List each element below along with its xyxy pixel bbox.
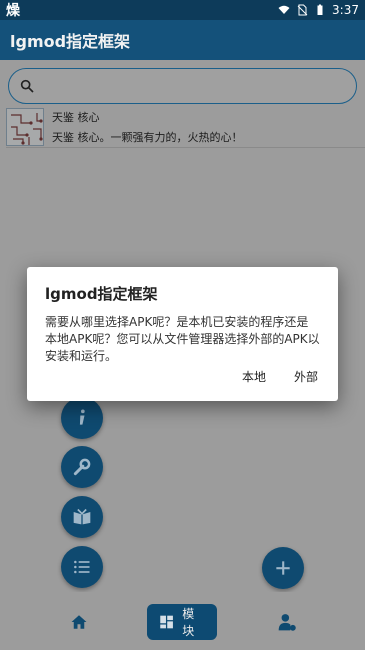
battery-icon bbox=[317, 4, 323, 15]
search-input[interactable] bbox=[43, 79, 343, 93]
search-bar[interactable] bbox=[8, 68, 357, 104]
dialog-title: lgmod指定框架 bbox=[45, 285, 158, 303]
dialog-message: 需要从哪里选择APK呢？是本机已安装的程序还是本地APK呢？您可以从文件管理器选… bbox=[45, 315, 320, 363]
nav-home[interactable] bbox=[64, 604, 94, 640]
list-fab[interactable] bbox=[61, 546, 103, 588]
dashboard-icon bbox=[160, 615, 173, 629]
plus-icon bbox=[276, 561, 290, 575]
open-book-icon bbox=[73, 508, 91, 525]
list-icon bbox=[74, 560, 90, 574]
external-button[interactable]: 外部 bbox=[294, 368, 318, 385]
status-time: 3:37 bbox=[332, 3, 359, 17]
info-fab[interactable] bbox=[61, 397, 103, 439]
dialog-actions: 本地 外部 bbox=[242, 368, 318, 385]
no-sim-icon bbox=[297, 4, 308, 16]
nav-modules-label: 模块 bbox=[182, 607, 195, 638]
module-description: 天鉴 核心。一颗强有力的，火热的心！ bbox=[52, 130, 243, 144]
info-icon bbox=[79, 409, 85, 425]
module-thumbnail bbox=[6, 107, 44, 146]
module-list-item[interactable]: 天鉴 核心 天鉴 核心。一颗强有力的，火热的心！ bbox=[6, 106, 365, 148]
app-bar: lgmod指定框架 bbox=[0, 20, 365, 60]
nav-modules[interactable]: 模块 bbox=[147, 604, 217, 640]
wifi-icon bbox=[278, 5, 290, 14]
account-settings-icon bbox=[278, 614, 296, 631]
add-fab[interactable] bbox=[262, 547, 304, 589]
app-title: lgmod指定框架 bbox=[10, 32, 131, 51]
search-icon bbox=[20, 79, 34, 93]
circuit-icon bbox=[11, 112, 43, 145]
module-title: 天鉴 核心 bbox=[52, 110, 100, 124]
home-icon bbox=[71, 615, 87, 629]
select-apk-dialog: lgmod指定框架 需要从哪里选择APK呢？是本机已安装的程序还是本地APK呢？… bbox=[27, 267, 338, 401]
wrench-icon bbox=[73, 458, 91, 476]
book-fab[interactable] bbox=[61, 496, 103, 538]
nav-account[interactable] bbox=[272, 604, 302, 640]
settings-fab[interactable] bbox=[61, 446, 103, 488]
status-bar: 燥 3:37 bbox=[0, 0, 365, 20]
local-button[interactable]: 本地 bbox=[242, 368, 266, 385]
status-icons: 3:37 bbox=[278, 3, 359, 17]
status-left-text: 燥 bbox=[6, 3, 20, 19]
bottom-navigation: 模块 bbox=[0, 592, 365, 650]
